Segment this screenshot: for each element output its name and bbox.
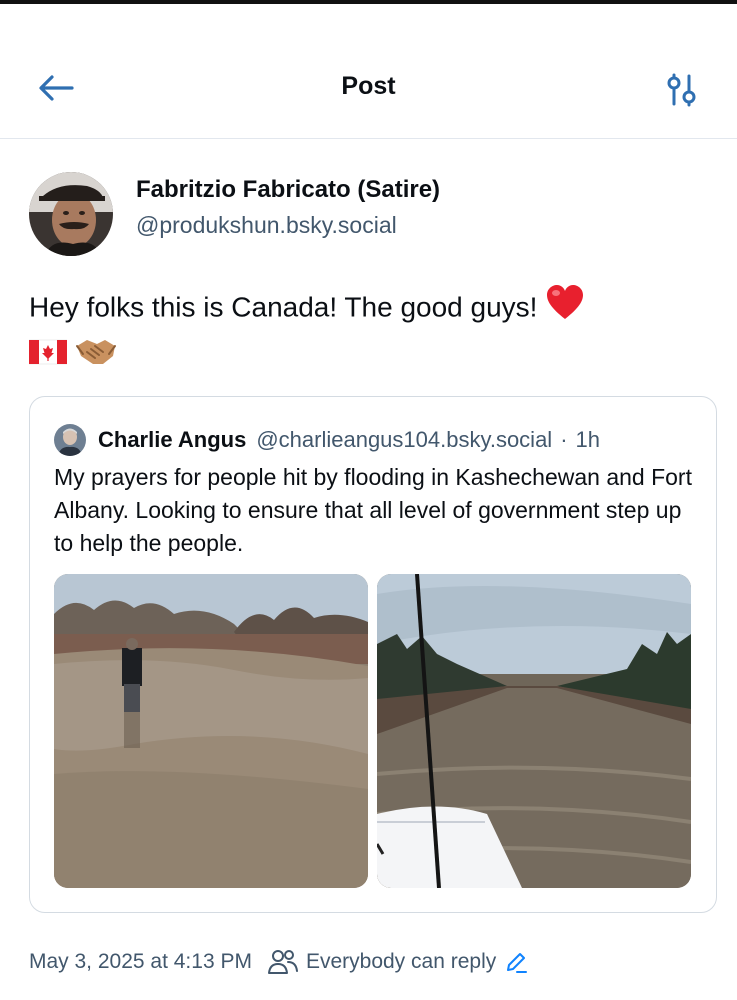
page-title: Post <box>341 72 396 100</box>
post-text-line: Hey folks this is Canada! The good guys! <box>29 291 538 323</box>
post-author: Fabritzio Fabricato (Satire) @produkshun… <box>29 170 709 260</box>
reply-settings-button[interactable]: Everybody can reply <box>267 949 528 975</box>
post-header: Post <box>0 4 737 139</box>
author-name[interactable]: Fabritzio Fabricato (Satire) <box>136 176 440 204</box>
quoted-author-avatar-image <box>54 424 86 456</box>
quoted-author-handle[interactable]: @charlieangus104.bsky.social <box>256 427 552 453</box>
thread-options-button[interactable] <box>660 68 704 112</box>
author-avatar-image <box>29 172 113 256</box>
reply-setting-label: Everybody can reply <box>305 950 497 973</box>
quoted-post-header: Charlie Angus @charlieangus104.bsky.soci… <box>54 423 600 457</box>
sliders-icon <box>667 73 696 107</box>
flood-photo-1 <box>54 574 368 888</box>
pencil-icon[interactable] <box>504 950 528 974</box>
quoted-image-flooded-road-boat[interactable] <box>377 574 691 888</box>
quoted-post-time[interactable]: 1h <box>576 427 600 453</box>
quoted-post[interactable]: Charlie Angus @charlieangus104.bsky.soci… <box>29 396 717 913</box>
avatar[interactable] <box>29 172 113 256</box>
author-handle[interactable]: @produkshun.bsky.social <box>136 212 397 239</box>
separator-dot: · <box>560 427 568 452</box>
red-heart-icon <box>545 284 585 334</box>
post-meta: May 3, 2025 at 4:13 PM Everybody can rep… <box>29 946 528 978</box>
people-icon <box>267 949 298 975</box>
handshake-icon <box>75 334 117 380</box>
flood-photo-2 <box>377 574 691 888</box>
quoted-post-text: My prayers for people hit by flooding in… <box>54 464 692 556</box>
quoted-image-flooded-road[interactable] <box>54 574 368 888</box>
post-body: Hey folks this is Canada! The good guys! <box>28 284 709 380</box>
avatar[interactable] <box>54 424 86 456</box>
quoted-author-name[interactable]: Charlie Angus <box>98 427 246 453</box>
post-timestamp: May 3, 2025 at 4:13 PM <box>29 950 252 973</box>
canada-flag-icon <box>28 336 68 378</box>
